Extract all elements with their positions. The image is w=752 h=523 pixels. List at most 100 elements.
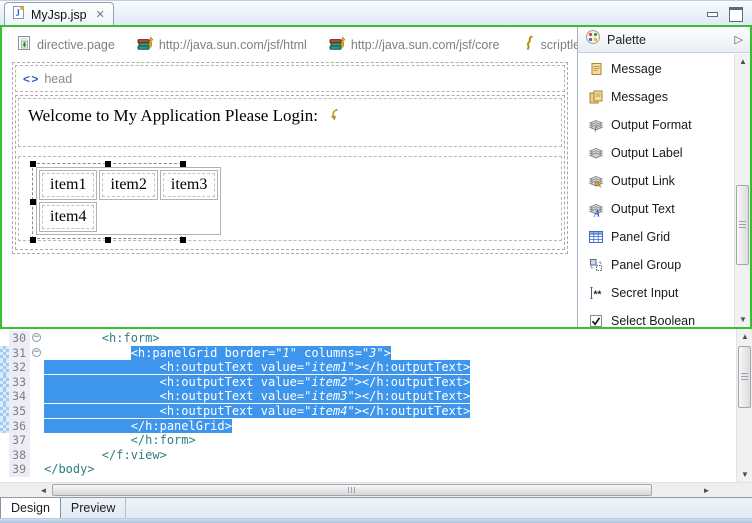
fold-toggle-icon[interactable]: − — [32, 333, 41, 342]
welcome-text: Welcome to My Application Please Login: — [28, 106, 318, 125]
maximize-editor-button[interactable] — [729, 7, 742, 18]
palette-scrollbar[interactable]: ▲ ▼ — [734, 54, 750, 327]
body-element-outline[interactable]: < > head Welcome to My Application Pleas… — [12, 62, 568, 254]
directive-item-label: http://java.sun.com/jsf/html — [159, 38, 307, 52]
code-line[interactable]: 36 </h:panelGrid> — [0, 419, 735, 434]
code-text: <h:outputText value="item3"></h:outputTe… — [44, 389, 470, 404]
output-text-icon: A — [588, 202, 604, 222]
directive-item-label: directive.page — [37, 38, 115, 52]
code-segment: <h:form> — [102, 331, 160, 345]
palette-item-select-boolean-checkbox[interactable]: Select Boolean Checkbox — [588, 314, 734, 327]
panel-grid-selection[interactable]: item1item2item3item4 — [32, 163, 182, 239]
secret-input-icon: ** — [588, 286, 604, 306]
palette-item-secret-input[interactable]: ** Secret Input — [588, 286, 734, 306]
fold-column — [30, 375, 44, 390]
selection-handle[interactable] — [30, 237, 36, 243]
directive-item-http-java-sun-com-jsf-html[interactable]: http://java.sun.com/jsf/html — [137, 35, 307, 56]
view-tab-design[interactable]: Design — [0, 498, 61, 519]
code-line[interactable]: 31− <h:panelGrid border="1" columns="3"> — [0, 346, 735, 361]
palette-item-message[interactable]: Message — [588, 62, 734, 82]
code-line[interactable]: 38 </f:view> — [0, 448, 735, 463]
code-line[interactable]: 37 </h:form> — [0, 433, 735, 448]
design-canvas[interactable]: directive.page http://java.sun.com/jsf/ht… — [2, 27, 577, 327]
scroll-left-icon[interactable]: ◄ — [36, 483, 51, 498]
panel-grid-zone[interactable]: item1item2item3 item4 — [18, 156, 562, 241]
scroll-right-icon[interactable]: ► — [699, 483, 714, 498]
code-segment: </f:view> — [102, 448, 167, 462]
palette-item-output-label[interactable]: Output Label — [588, 146, 734, 166]
editor-tab-myjsp[interactable]: J MyJsp.jsp ✕ — [4, 2, 114, 26]
head-element[interactable]: < > head — [15, 65, 565, 92]
welcome-paragraph[interactable]: Welcome to My Application Please Login: — [18, 98, 562, 147]
fold-column: − — [30, 346, 44, 361]
palette-item-output-format[interactable]: fOutput Format — [588, 118, 734, 138]
palette-item-label: Messages — [611, 90, 719, 105]
line-selection-marker — [0, 331, 9, 346]
source-hscrollbar-thumb[interactable] — [52, 484, 652, 496]
source-editor[interactable]: 30− <h:form>31− <h:panelGrid border="1" … — [0, 329, 752, 482]
code-line[interactable]: 32 <h:outputText value="item1"></h:outpu… — [0, 360, 735, 375]
tab-close-icon[interactable]: ✕ — [96, 8, 105, 21]
palette-scrollbar-thumb[interactable] — [736, 185, 749, 265]
source-vscrollbar[interactable]: ▲ ▼ — [736, 329, 752, 482]
line-selection-marker — [0, 346, 9, 361]
grid-cell[interactable]: item3 — [160, 170, 218, 200]
code-text: </f:view> — [44, 448, 167, 463]
source-vscrollbar-thumb[interactable] — [738, 346, 751, 408]
palette-item-output-text[interactable]: AOutput Text — [588, 202, 734, 222]
palette-item-panel-grid[interactable]: Panel Grid — [588, 230, 734, 250]
form-element-outline[interactable]: Welcome to My Application Please Login: — [15, 95, 565, 250]
code-line[interactable]: 33 <h:outputText value="item2"></h:outpu… — [0, 375, 735, 390]
selection-handle[interactable] — [180, 237, 186, 243]
directive-item-scriptlet[interactable]: scriptlet — [522, 35, 578, 56]
palette-item-panel-group[interactable]: Panel Group — [588, 258, 734, 278]
palette-item-messages[interactable]: Messages — [588, 90, 734, 110]
scroll-up-icon[interactable]: ▲ — [735, 54, 751, 69]
palette-item-output-link[interactable]: Output Link — [588, 174, 734, 194]
directive-item-label: http://java.sun.com/jsf/core — [351, 38, 500, 52]
code-text: <h:form> — [44, 331, 160, 346]
code-segment: </body> — [44, 462, 95, 476]
output-format-icon: f — [588, 118, 604, 138]
selection-handle[interactable] — [105, 237, 111, 243]
head-element-label: head — [44, 72, 72, 86]
panel-grid-table[interactable]: item1item2item3 item4 — [36, 167, 221, 235]
code-line[interactable]: 34 <h:outputText value="item3"></h:outpu… — [0, 389, 735, 404]
fold-column — [30, 448, 44, 463]
code-segment: </h:form> — [131, 433, 196, 447]
line-number: 39 — [9, 462, 30, 477]
code-line[interactable]: 35 <h:outputText value="item4"></h:outpu… — [0, 404, 735, 419]
window-bottom-strip — [0, 518, 752, 523]
code-line[interactable]: 39 </body> — [0, 462, 735, 477]
fold-column — [30, 433, 44, 448]
palette-item-label: Secret Input — [611, 286, 719, 301]
palette-header[interactable]: Palette ▷ — [578, 27, 750, 53]
directive-item-http-java-sun-com-jsf-core[interactable]: http://java.sun.com/jsf/core — [329, 35, 500, 56]
palette-title: Palette — [607, 33, 646, 47]
grid-cell[interactable]: item1 — [39, 170, 97, 200]
fold-toggle-icon[interactable]: − — [32, 348, 41, 357]
palette-flyout-arrow-icon[interactable]: ▷ — [735, 33, 743, 46]
page-directives-bar: directive.page http://java.sun.com/jsf/ht… — [16, 35, 577, 55]
code-segment — [44, 433, 131, 447]
cursor-anchor-icon — [322, 106, 340, 125]
grid-cell[interactable]: item2 — [99, 170, 157, 200]
fold-column — [30, 462, 44, 477]
line-selection-marker — [0, 375, 9, 390]
scroll-down-icon[interactable]: ▼ — [737, 467, 752, 482]
directive-item-directive-page[interactable]: directive.page — [16, 35, 115, 56]
view-tab-preview[interactable]: Preview — [61, 498, 126, 519]
code-segment: <h:outputText value= — [44, 404, 304, 418]
code-line[interactable]: 30− <h:form> — [0, 331, 735, 346]
code-segment — [44, 346, 131, 360]
source-hscrollbar[interactable]: ◄ ► — [0, 482, 752, 497]
grid-cell[interactable]: item4 — [39, 202, 97, 232]
scroll-up-icon[interactable]: ▲ — [737, 329, 752, 344]
minimize-editor-button[interactable] — [706, 7, 719, 18]
line-number: 33 — [9, 375, 30, 390]
scroll-down-icon[interactable]: ▼ — [735, 312, 751, 327]
code-segment: "item4" — [304, 404, 355, 418]
code-segment: "item1" — [304, 360, 355, 374]
code-segment: <h:outputText value= — [44, 360, 304, 374]
palette-item-label: Select Boolean Checkbox — [611, 314, 719, 327]
